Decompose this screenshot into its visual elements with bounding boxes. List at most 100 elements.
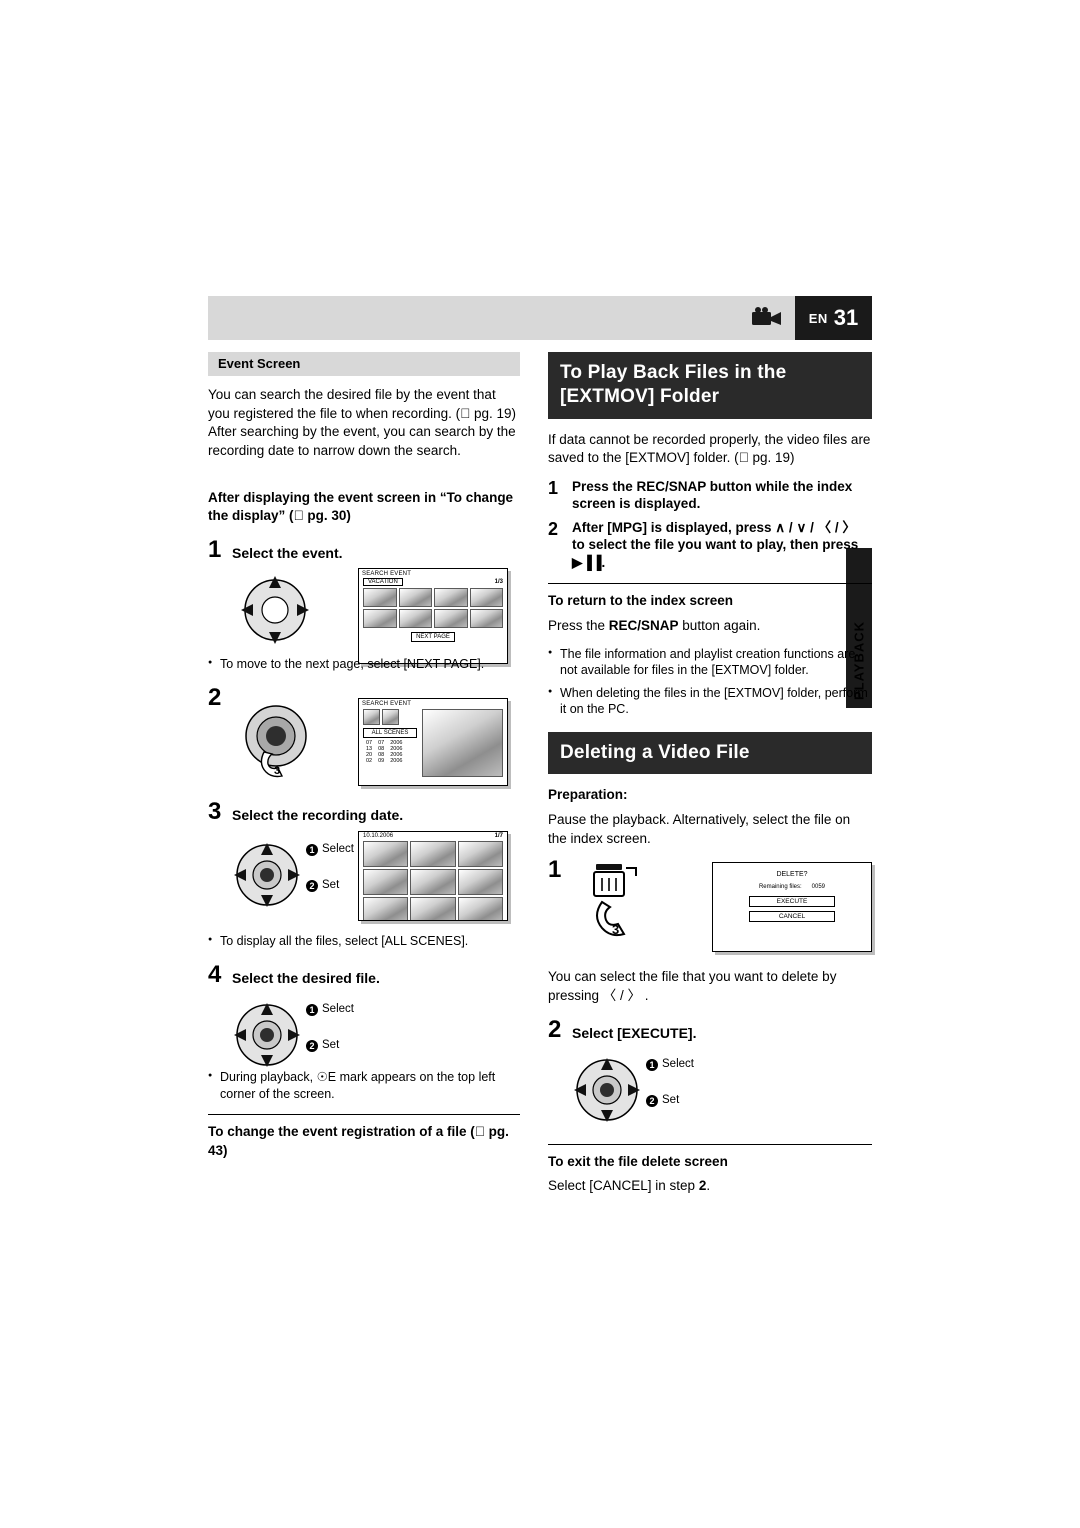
extmov-step-2: 2 After [MPG] is displayed, press ∧ / ∨ … xyxy=(548,519,872,572)
delete-step-1-illustration: 1 3 DELETE? Remaining files: 0059 EXECUT… xyxy=(548,858,872,966)
header-en-label: EN xyxy=(808,310,828,326)
screen3-date-label: 10.10.2006 xyxy=(363,832,394,839)
remaining-files-label: Remaining files: xyxy=(758,884,802,891)
search-event-screen-2: SEARCH EVENT ALL SCENES 07 07 2006 13 08 200… xyxy=(358,698,508,787)
thumbnail[interactable] xyxy=(363,587,397,607)
step-3-text: Select the recording date. xyxy=(232,807,404,824)
delete-step-2-text: Select [EXECUTE]. xyxy=(572,1024,697,1041)
set-label: Set xyxy=(322,1039,340,1052)
thumbnail[interactable] xyxy=(410,868,456,895)
screen2-title: SEARCH EVENT xyxy=(362,701,412,708)
extmov-step-1-number: 1 xyxy=(548,477,559,498)
thumbnail[interactable] xyxy=(363,608,397,628)
extmov-step-2-number: 2 xyxy=(548,518,559,539)
right-column: To Play Back Files in the [EXTMOV] Folde… xyxy=(548,352,872,1206)
bullet-extmov-2: When deleting the files in the [EXTMOV] … xyxy=(548,685,872,718)
extmov-step-1: 1 Press the REC/SNAP button while the in… xyxy=(548,478,872,513)
screen1-title: SEARCH EVENT xyxy=(362,570,412,577)
file-index-screen-3: 10.10.2006 1/7 xyxy=(358,830,508,921)
date-year: 2006 xyxy=(390,758,403,765)
thumbnail[interactable] xyxy=(363,840,409,867)
table-row[interactable]: 02 09 2006 xyxy=(363,758,406,764)
thumbnail[interactable] xyxy=(457,868,503,895)
extmov-intro: If data cannot be recorded properly, the… xyxy=(548,431,871,466)
divider xyxy=(548,583,872,585)
return-index-heading: To return to the index screen xyxy=(548,593,734,609)
preparation-heading: Preparation: xyxy=(548,787,628,803)
dpad-select-set-3 xyxy=(226,837,308,918)
select-label: Select xyxy=(322,1003,354,1016)
thumbnail[interactable] xyxy=(410,896,456,920)
left-column: Event Screen You can search the desired … xyxy=(208,352,520,1167)
step-4-text: Select the desired file. xyxy=(232,970,380,987)
thumbnail[interactable] xyxy=(410,840,456,867)
dpad-press-2: 3 xyxy=(230,700,322,789)
thumbnail[interactable] xyxy=(457,840,503,867)
extmov-section-title: To Play Back Files in the [EXTMOV] Folde… xyxy=(548,352,872,419)
select-label: Select xyxy=(662,1057,694,1070)
set-label: Set xyxy=(662,1093,680,1106)
page-header-badge: EN 31 xyxy=(795,296,872,340)
preview-thumbnail[interactable] xyxy=(422,709,503,778)
date-day: 02 xyxy=(366,758,373,765)
set-label: Set xyxy=(322,878,340,891)
return-text-bold: REC/SNAP xyxy=(608,618,679,634)
screen2-date-table: 07 07 2006 13 08 2006 20 08 2006 02 09 2006 xyxy=(363,740,406,764)
extmov-step-1-text: Press the REC/SNAP button while the inde… xyxy=(572,478,853,512)
search-event-screen-1: SEARCH EVENT VACATION 1/3 NEXT PAGE xyxy=(358,567,508,664)
date-month: 09 xyxy=(378,758,385,765)
thumbnail[interactable] xyxy=(382,709,399,726)
divider xyxy=(208,1114,520,1116)
screen3-page-indicator: 1/7 xyxy=(494,832,503,839)
bullet-extmov-1: The file information and playlist creati… xyxy=(548,646,872,679)
exit-delete-heading: To exit the file delete screen xyxy=(548,1153,728,1169)
thumbnail[interactable] xyxy=(434,587,468,607)
thumbnail[interactable] xyxy=(398,587,432,607)
page-number: 31 xyxy=(833,305,859,330)
screen3-thumbnail-grid xyxy=(359,840,507,920)
dpad-4way-1 xyxy=(230,572,320,653)
delete-section-title: Deleting a Video File xyxy=(548,731,872,775)
delete-confirm-screen: DELETE? Remaining files: 0059 EXECUTE CA… xyxy=(712,862,872,953)
step-1: 1 Select the event. xyxy=(208,537,520,562)
exit-text-post: . xyxy=(706,1178,711,1194)
extmov-step-2-text: After [MPG] is displayed, press ∧ / ∨ / … xyxy=(572,519,859,570)
delete-step-2-number: 2 xyxy=(548,1015,562,1043)
execute-button[interactable]: EXECUTE xyxy=(749,896,835,908)
cancel-button[interactable]: CANCEL xyxy=(749,911,835,923)
all-scenes-button[interactable]: ALL SCENES xyxy=(363,728,417,739)
step-1-text: Select the event. xyxy=(232,544,343,561)
thumbnail[interactable] xyxy=(469,608,503,628)
event-screen-intro: You can search the desired file by the e… xyxy=(208,387,516,458)
event-registration-footer: To change the event registration of a fi… xyxy=(208,1124,509,1158)
select-label: Select xyxy=(322,842,354,855)
manual-page: EN 31 PLAYBACK Event Screen You can sear… xyxy=(0,0,1080,1528)
set-label-row-4: 2 Set xyxy=(306,1039,339,1053)
next-page-button[interactable]: NEXT PAGE xyxy=(411,631,455,642)
select-label-row-delete: 1 Select xyxy=(646,1058,694,1072)
thumbnail[interactable] xyxy=(363,709,380,726)
delete-step-1-number: 1 xyxy=(548,856,562,884)
preparation-text: Pause the playback. Alternatively, selec… xyxy=(548,812,851,846)
thumbnail[interactable] xyxy=(363,868,409,895)
delete-note: You can select the file that you want to… xyxy=(548,969,837,1003)
divider xyxy=(548,1143,872,1145)
step-3-number: 3 xyxy=(208,798,222,826)
set-label-row-3: 2 Set xyxy=(306,879,339,893)
thumbnail[interactable] xyxy=(457,896,503,920)
thumbnail[interactable] xyxy=(469,587,503,607)
svg-text:3: 3 xyxy=(274,765,280,777)
exit-delete-text: Select [CANCEL] in step 2. xyxy=(548,1177,872,1196)
delete-step-2: 2 Select [EXECUTE]. xyxy=(548,1015,872,1043)
screen1-event-name: VACATION xyxy=(363,577,403,586)
step-2-illustration: 3 SEARCH EVENT ALL SCENES 07 07 2006 13 08 2 xyxy=(208,698,520,789)
thumbnail[interactable] xyxy=(363,896,409,920)
return-text-post: button again. xyxy=(678,618,761,634)
step-3-illustration: 1 Select 2 Set 10.10.2006 1/7 xyxy=(208,830,520,927)
badge-2: 2 xyxy=(306,879,318,892)
badge-2: 2 xyxy=(306,1040,318,1053)
step-1-illustration: SEARCH EVENT VACATION 1/3 NEXT PAGE xyxy=(208,567,520,664)
thumbnail[interactable] xyxy=(398,608,432,628)
thumbnail[interactable] xyxy=(434,608,468,628)
badge-1: 1 xyxy=(646,1058,658,1071)
